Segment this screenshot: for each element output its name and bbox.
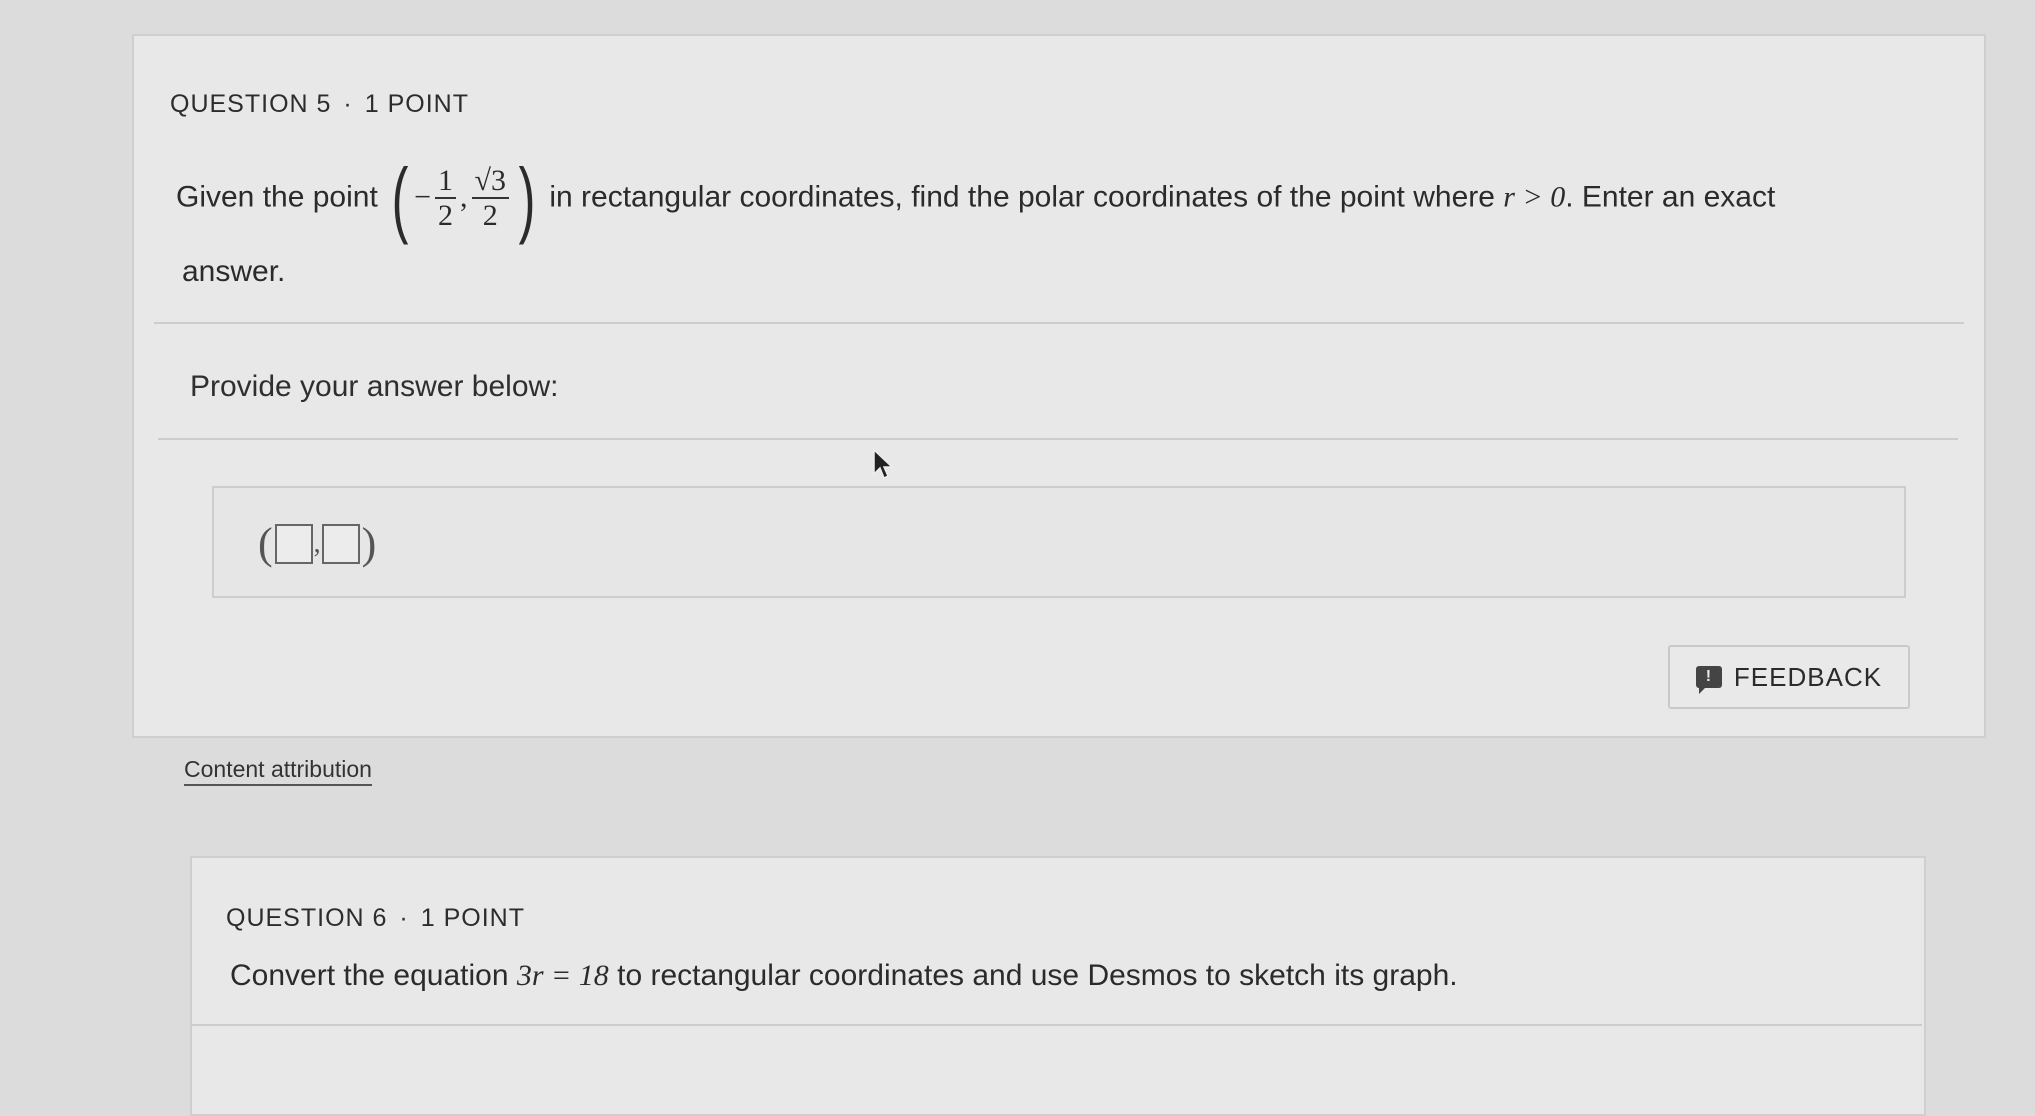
stem-line-2: answer. <box>182 255 286 288</box>
question-6-card: QUESTION 6 · 1 POINT Convert the equation … <box>190 856 1926 1116</box>
question-5-separator: · <box>343 90 353 118</box>
stem-after: in rectangular coordinates, find the pol… <box>549 180 1495 214</box>
question-6-points: 1 POINT <box>420 904 525 932</box>
divider <box>154 322 1964 324</box>
question-5-points: 1 POINT <box>364 90 469 118</box>
mouse-pointer-icon <box>873 448 894 480</box>
question-5-stem: Given the point (−1 2, √3 2) in rectangular… <box>176 148 1976 249</box>
q6-stem-before: Convert the equation <box>230 959 509 992</box>
x-fraction: 12 <box>435 164 457 233</box>
feedback-button[interactable]: ! FEEDBACK <box>1668 645 1910 709</box>
theta-input-slot[interactable] <box>321 523 360 564</box>
x-sign: − <box>414 180 432 214</box>
condition: r > 0 <box>1503 180 1566 214</box>
divider <box>192 1024 1922 1026</box>
question-5-label: QUESTION 5 <box>170 90 332 118</box>
question-6-separator: · <box>399 904 409 932</box>
stem-end: . Enter an exact <box>1565 180 1776 214</box>
q6-stem-after: to rectangular coordinates and use Desmo… <box>617 959 1458 992</box>
content-attribution-link[interactable]: Content attribution <box>184 756 372 786</box>
feedback-icon: ! <box>1695 666 1722 694</box>
y-denominator: 2 <box>482 199 498 233</box>
open-paren: ( <box>258 519 273 568</box>
right-paren: ) <box>518 151 536 245</box>
q6-equation: 3r = 18 <box>516 959 609 992</box>
x-denominator: 2 <box>438 199 454 233</box>
answer-input-area[interactable]: ( , ) <box>212 486 1906 598</box>
comma: , <box>313 527 321 559</box>
question-6-header: QUESTION 6 · 1 POINT <box>226 904 525 933</box>
question-5-header: QUESTION 5 · 1 POINT <box>170 90 469 119</box>
stem-before: Given the point <box>176 180 378 214</box>
feedback-label: FEEDBACK <box>1733 661 1883 692</box>
question-6-stem: Convert the equation 3r = 18 to rectangu… <box>230 958 1458 994</box>
left-paren: ( <box>391 151 409 245</box>
answer-prompt: Provide your answer below: <box>190 370 559 403</box>
close-paren: ) <box>361 519 377 568</box>
ordered-pair-template: ( , ) <box>258 518 376 569</box>
y-numerator: √3 <box>471 164 510 200</box>
question-5-card: QUESTION 5 · 1 POINT Given the point (−1 2,… <box>132 34 1986 738</box>
x-numerator: 1 <box>435 164 457 200</box>
r-input-slot[interactable] <box>274 523 313 564</box>
question-6-label: QUESTION 6 <box>226 904 388 932</box>
divider <box>158 438 1958 440</box>
y-fraction: √3 2 <box>471 164 510 233</box>
